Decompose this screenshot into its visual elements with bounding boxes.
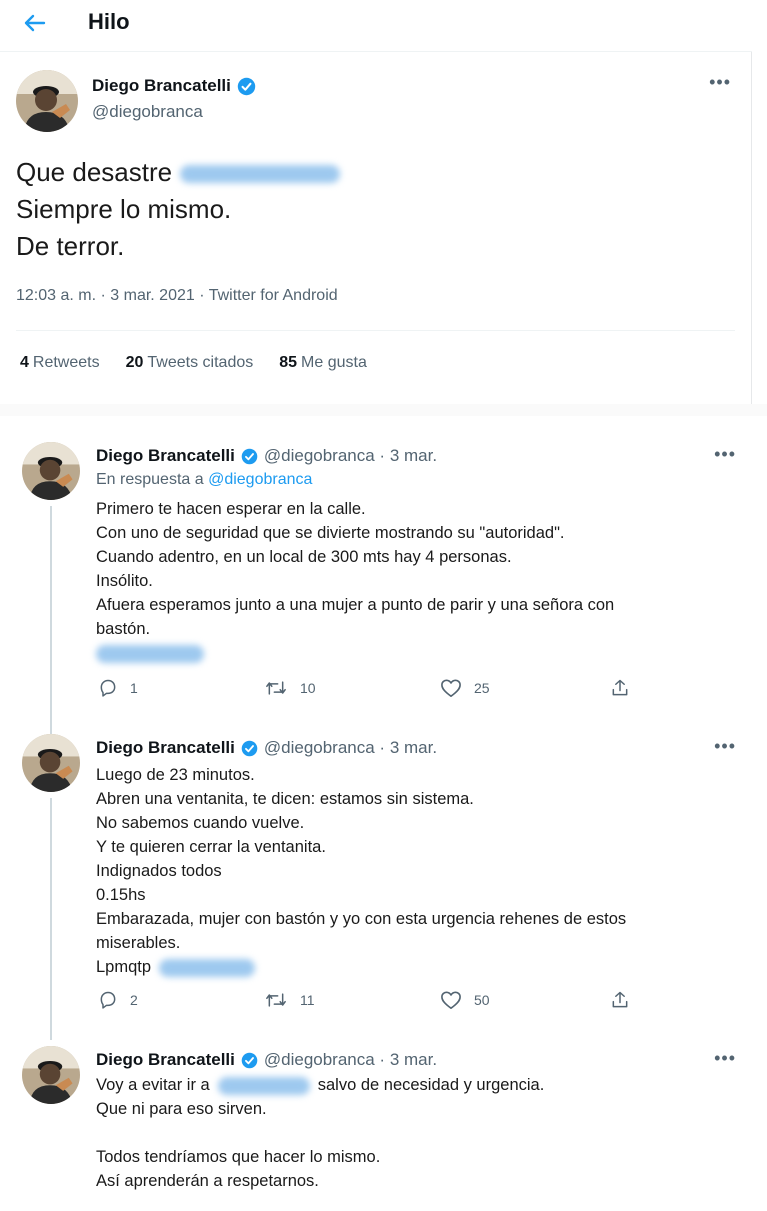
back-button[interactable]	[20, 10, 50, 36]
author-name[interactable]: Diego Brancatelli	[92, 76, 256, 96]
more-options-button[interactable]: •••	[714, 736, 736, 757]
more-options-button[interactable]: •••	[714, 1048, 736, 1069]
arrow-left-icon	[24, 14, 46, 32]
share-icon	[612, 991, 628, 1008]
tweet-header: Diego Brancatelli @diegobranca · 3 mar.	[96, 1050, 437, 1070]
heart-icon	[441, 991, 461, 1009]
tweet-header: Diego Brancatelli @diegobranca · 3 mar.	[96, 446, 437, 466]
verified-badge-icon	[241, 740, 258, 756]
tweet-actions: 2 11 50	[96, 990, 656, 1016]
thread-tweet[interactable]: Diego Brancatelli @diegobranca · 3 mar. …	[0, 730, 752, 1042]
more-icon: •••	[709, 72, 731, 92]
avatar[interactable]	[22, 734, 80, 792]
divider	[16, 330, 735, 331]
verified-badge-icon	[241, 448, 258, 464]
in-reply-to: En respuesta a @diegobranca	[96, 471, 313, 488]
thread-tweet[interactable]: Diego Brancatelli @diegobranca · 3 mar. …	[0, 438, 752, 728]
blurred-mention	[96, 644, 204, 663]
like-button[interactable]: 50	[440, 990, 490, 1010]
verified-badge-icon	[241, 1052, 258, 1068]
reply-icon	[100, 679, 116, 697]
retweet-button[interactable]: 11	[264, 990, 315, 1010]
thread-header: Hilo	[0, 0, 752, 52]
author-name[interactable]: Diego Brancatelli	[96, 738, 235, 758]
avatar[interactable]	[16, 70, 78, 132]
share-button[interactable]	[610, 678, 630, 698]
in-reply-to-link[interactable]: @diegobranca	[208, 471, 312, 488]
author-handle[interactable]: @diegobranca · 3 mar.	[264, 446, 437, 466]
reply-icon	[100, 991, 116, 1009]
reply-button[interactable]: 1	[98, 678, 138, 698]
tweet-header: Diego Brancatelli @diegobranca · 3 mar.	[96, 738, 437, 758]
tweet-text: Voy a evitar ir a salvo de necesidad y ur…	[96, 1076, 545, 1190]
tweet-text: Luego de 23 minutos. Abren una ventanita…	[96, 766, 627, 977]
tweet-actions: 1 10 25	[96, 678, 656, 704]
tweet-stats: 4 Retweets 20 Tweets citados 85 Me gusta	[20, 354, 367, 372]
author-handle[interactable]: @diegobranca · 3 mar.	[264, 738, 437, 758]
more-options-button[interactable]: •••	[709, 72, 731, 93]
tweet-text: Que desastre Siempre lo mismo. De terror…	[16, 154, 341, 265]
heart-icon	[441, 679, 461, 697]
blurred-mention	[217, 1076, 310, 1095]
verified-badge-icon	[237, 77, 256, 95]
tweet-text: Primero te hacen esperar en la calle. Co…	[96, 497, 614, 665]
retweet-button[interactable]: 10	[264, 678, 316, 698]
avatar[interactable]	[22, 1046, 80, 1104]
likes-stat[interactable]: 85 Me gusta	[279, 354, 367, 372]
blurred-mention	[180, 165, 341, 184]
share-icon	[612, 679, 628, 696]
page-title: Hilo	[88, 9, 130, 34]
reply-button[interactable]: 2	[98, 990, 138, 1010]
retweet-icon	[266, 681, 286, 695]
author-name[interactable]: Diego Brancatelli	[96, 446, 235, 466]
tweet-timestamp[interactable]: 12:03 a. m. · 3 mar. 2021 · Twitter for …	[16, 287, 338, 305]
retweet-icon	[266, 993, 286, 1007]
more-icon: •••	[714, 444, 736, 464]
author-handle[interactable]: @diegobranca · 3 mar.	[264, 1050, 437, 1070]
main-tweet: Diego Brancatelli @diegobranca ••• Que d…	[0, 52, 752, 404]
share-button[interactable]	[610, 990, 630, 1010]
like-button[interactable]: 25	[440, 678, 490, 698]
quote-tweets-stat[interactable]: 20 Tweets citados	[126, 354, 254, 372]
blurred-mention	[159, 958, 256, 977]
more-icon: •••	[714, 1048, 736, 1068]
section-gap	[0, 404, 767, 416]
thread-tweet[interactable]: Diego Brancatelli @diegobranca · 3 mar. …	[0, 1042, 752, 1211]
retweets-stat[interactable]: 4 Retweets	[20, 354, 100, 372]
avatar[interactable]	[22, 442, 80, 500]
more-icon: •••	[714, 736, 736, 756]
more-options-button[interactable]: •••	[714, 444, 736, 465]
author-handle[interactable]: @diegobranca	[92, 102, 203, 122]
author-name[interactable]: Diego Brancatelli	[96, 1050, 235, 1070]
